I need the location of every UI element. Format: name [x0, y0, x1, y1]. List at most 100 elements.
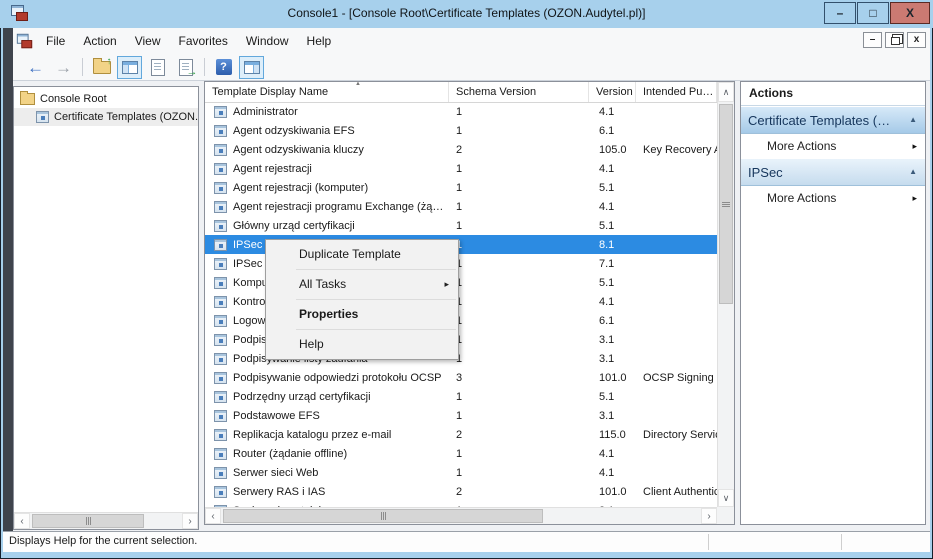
back-button[interactable]: ← [23, 56, 48, 79]
menu-view[interactable]: View [126, 30, 170, 52]
show-hide-action-pane-button[interactable] [239, 56, 264, 79]
template-name: Agent rejestracji (komputer) [233, 182, 368, 194]
workspace: Console RootCertificate Templates (OZON.… [13, 81, 930, 531]
table-row[interactable]: Agent rejestracji14.1 [205, 159, 717, 178]
table-row[interactable]: Główny urząd certyfikacji15.1 [205, 216, 717, 235]
tree-scroll-thumb[interactable] [32, 514, 144, 528]
column-header-intended-purposes[interactable]: Intended Purposes [636, 82, 717, 102]
list-horizontal-scrollbar[interactable]: ‹ › [205, 507, 717, 524]
version: 4.1 [589, 296, 636, 308]
scrollbar-corner [717, 507, 734, 524]
template-name: Agent rejestracji programu Exchange (żąd… [233, 201, 449, 213]
intended-purposes: OCSP Signing [636, 372, 717, 384]
version: 3.1 [589, 353, 636, 365]
menu-favorites[interactable]: Favorites [170, 30, 237, 52]
scroll-right-icon[interactable]: › [701, 508, 717, 524]
scroll-down-icon[interactable]: ∨ [718, 489, 734, 507]
scroll-right-icon[interactable]: › [182, 513, 198, 529]
menu-file[interactable]: File [37, 30, 74, 52]
actions-section-ipsec[interactable]: IPSec▲ [741, 158, 925, 186]
tree-item-console-root[interactable]: Console Root [14, 90, 198, 108]
column-header-schema-version[interactable]: Schema Version [449, 82, 589, 102]
menu-help[interactable]: Help [298, 30, 341, 52]
schema-version: 2 [449, 144, 589, 156]
schema-version: 1 [449, 296, 589, 308]
actions-section-certificate-templates[interactable]: Certificate Templates (OZON.Audytel.pl)▲ [741, 106, 925, 134]
table-row[interactable]: Serwery RAS i IAS2101.0Client Authentica… [205, 482, 717, 501]
actions-section-title: Certificate Templates (OZON.Audytel.pl) [748, 108, 900, 134]
cert-template-icon [36, 111, 49, 123]
actions-pane: Actions Certificate Templates (OZON.Audy… [740, 81, 926, 525]
context-menu-item-help[interactable]: Help [266, 332, 458, 357]
tree-horizontal-scrollbar[interactable]: ‹ › [14, 512, 198, 529]
table-row[interactable]: Podrzędny urząd certyfikacji15.1 [205, 387, 717, 406]
tree-item-certificate-templates[interactable]: Certificate Templates (OZON.Audytel.pl) [14, 108, 198, 126]
table-row[interactable]: Agent odzyskiwania kluczy2105.0Key Recov… [205, 140, 717, 159]
child-close-button[interactable]: x [907, 32, 926, 48]
restore-icon [891, 37, 900, 45]
table-row[interactable]: Agent odzyskiwania EFS16.1 [205, 121, 717, 140]
certificate-template-icon [214, 410, 227, 422]
up-one-level-button[interactable] [89, 56, 114, 79]
certificate-template-icon [214, 353, 227, 365]
show-hide-console-tree-button[interactable] [117, 56, 142, 79]
template-name: Podstawowe EFS [233, 410, 320, 422]
intended-purposes: Directory Service Email Replication [636, 429, 717, 441]
list-column-headers: Template Display Name ▲ Schema VersionVers… [205, 82, 717, 103]
schema-version: 1 [449, 220, 589, 232]
scroll-up-icon[interactable]: ∧ [718, 82, 734, 102]
menu-action[interactable]: Action [74, 30, 125, 52]
list-hscroll-thumb[interactable] [223, 509, 543, 523]
template-name: Podpisywanie odpowiedzi protokołu OCSP [233, 372, 442, 384]
table-row[interactable]: Router (żądanie offline)14.1 [205, 444, 717, 463]
properties-button[interactable] [145, 56, 170, 79]
table-row[interactable]: Podstawowe EFS13.1 [205, 406, 717, 425]
minimize-button[interactable]: – [824, 2, 856, 24]
menu-items: FileActionViewFavoritesWindowHelp [37, 28, 340, 54]
scroll-left-icon[interactable]: ‹ [205, 508, 221, 524]
actions-item-more-actions[interactable]: More Actions▸ [741, 134, 925, 158]
schema-version: 1 [449, 125, 589, 137]
forward-button[interactable]: → [51, 56, 76, 79]
collapse-icon: ▲ [909, 159, 917, 185]
show-hide-console-tree-icon [122, 61, 138, 74]
title-bar[interactable]: Console1 - [Console Root\Certificate Tem… [0, 0, 933, 28]
actions-item-more-actions[interactable]: More Actions▸ [741, 186, 925, 210]
toolbar-separator [82, 58, 83, 76]
context-menu-item-all-tasks[interactable]: All Tasks▸ [266, 272, 458, 297]
child-minimize-button[interactable]: – [863, 32, 882, 48]
table-row[interactable]: Serwer sieci Web14.1 [205, 463, 717, 482]
table-row[interactable]: Administrator14.1 [205, 102, 717, 121]
template-name: Serwer sieci Web [233, 467, 318, 479]
help-button[interactable]: ? [211, 56, 236, 79]
certificate-template-icon [214, 258, 227, 270]
column-header-label: Template Display Name [212, 86, 328, 98]
mmc-window: Console1 - [Console Root\Certificate Tem… [0, 0, 933, 559]
context-menu-separator [296, 329, 456, 330]
table-row[interactable]: Agent rejestracji programu Exchange (żąd… [205, 197, 717, 216]
table-row[interactable]: Replikacja katalogu przez e-mail2115.0Di… [205, 425, 717, 444]
close-button[interactable]: X [890, 2, 930, 24]
version: 4.1 [589, 106, 636, 118]
column-header-version[interactable]: Version [589, 82, 636, 102]
schema-version: 2 [449, 486, 589, 498]
certificate-template-icon [214, 429, 227, 441]
template-name: Podrzędny urząd certyfikacji [233, 391, 371, 403]
table-row[interactable]: Agent rejestracji (komputer)15.1 [205, 178, 717, 197]
sort-ascending-icon: ▲ [355, 82, 361, 87]
maximize-button[interactable]: □ [857, 2, 889, 24]
schema-version: 1 [449, 467, 589, 479]
certificate-template-icon [214, 106, 227, 118]
scroll-left-icon[interactable]: ‹ [14, 513, 30, 529]
template-name: Administrator [233, 106, 298, 118]
table-row[interactable]: Podpisywanie odpowiedzi protokołu OCSP31… [205, 368, 717, 387]
list-vertical-scrollbar[interactable]: ∧ ∨ [717, 82, 734, 507]
list-scroll-thumb[interactable] [719, 104, 733, 304]
child-restore-button[interactable] [885, 32, 904, 48]
column-header-template-display-name[interactable]: Template Display Name ▲ [205, 82, 449, 102]
template-name: IPSec [233, 239, 262, 251]
menu-window[interactable]: Window [237, 30, 298, 52]
context-menu-item-duplicate-template[interactable]: Duplicate Template [266, 242, 458, 267]
context-menu-item-properties[interactable]: Properties [266, 302, 458, 327]
export-list-button[interactable] [173, 56, 198, 79]
